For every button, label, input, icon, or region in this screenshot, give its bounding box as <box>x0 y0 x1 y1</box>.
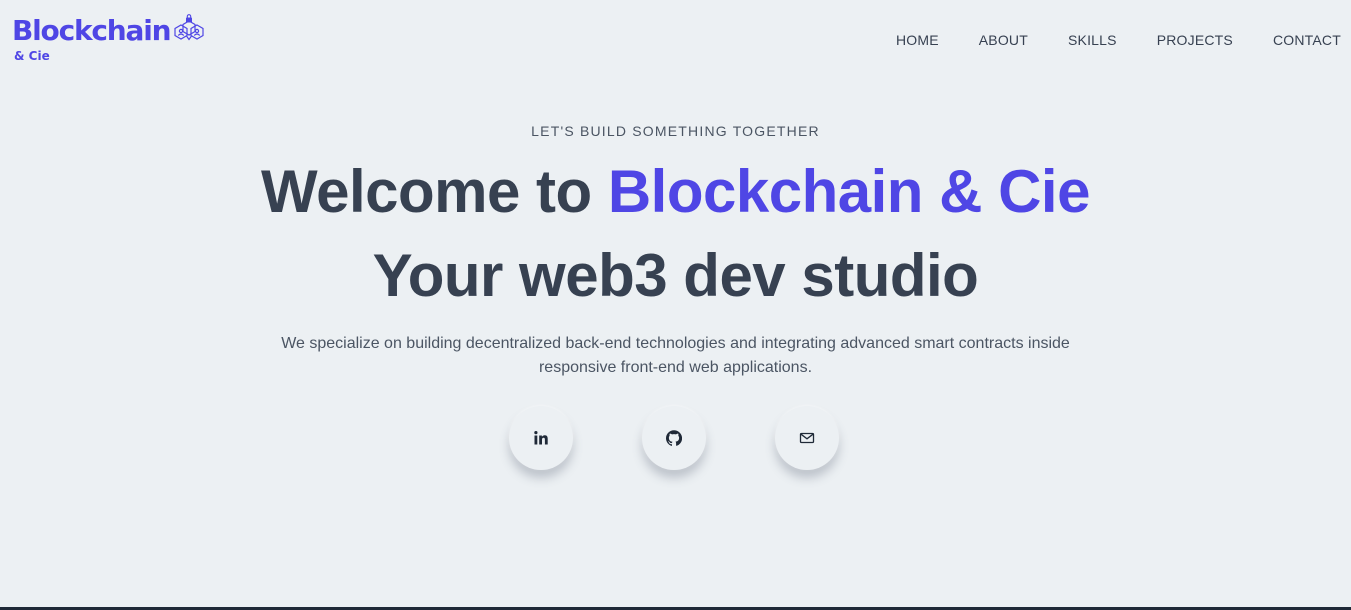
blockchain-lock-nodes-icon <box>173 14 205 44</box>
social-links <box>0 406 1351 476</box>
nav-contact[interactable]: CONTACT <box>1273 31 1341 49</box>
email-button[interactable] <box>775 406 839 470</box>
github-icon <box>666 430 682 446</box>
headline-accent: Blockchain & Cie <box>607 158 1091 225</box>
github-button[interactable] <box>642 406 706 470</box>
linkedin-button[interactable] <box>509 406 573 470</box>
site-header: Blockchain & Cie HOME ABOUT SKILLS PROJE… <box>0 0 1351 80</box>
hero-lead: We specialize on building decentralized … <box>281 335 1070 376</box>
hero-eyebrow: LET'S BUILD SOMETHING TOGETHER <box>531 123 820 139</box>
brand-name: Blockchain <box>12 14 172 47</box>
hero-headline: Welcome to Blockchain & Cie Your web3 de… <box>0 150 1351 318</box>
brand-logo-link[interactable]: Blockchain & Cie <box>12 12 212 68</box>
nav-about[interactable]: ABOUT <box>979 31 1028 49</box>
nav-skills[interactable]: SKILLS <box>1068 31 1117 49</box>
hero-section: LET'S BUILD SOMETHING TOGETHER Welcome t… <box>0 118 1351 380</box>
linkedin-icon <box>533 430 549 446</box>
headline-line2: Your web3 dev studio <box>372 242 979 309</box>
brand-sub: & Cie <box>14 49 50 63</box>
nav-projects[interactable]: PROJECTS <box>1157 31 1233 49</box>
mail-icon <box>799 430 815 446</box>
page: Blockchain & Cie HOME ABOUT SKILLS PROJE… <box>0 0 1351 610</box>
nav-home[interactable]: HOME <box>896 31 939 49</box>
main-nav: HOME ABOUT SKILLS PROJECTS CONTACT <box>896 31 1341 49</box>
headline-prefix: Welcome to <box>261 158 608 225</box>
